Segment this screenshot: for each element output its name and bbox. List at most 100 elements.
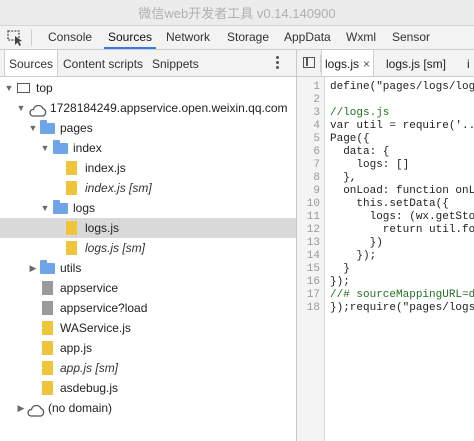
line-number: 11 <box>306 211 320 223</box>
tree-item-label: app.js [sm] <box>60 361 119 375</box>
tree-item-logs-js[interactable]: logs.js <box>0 218 296 238</box>
js-file-icon <box>66 181 77 195</box>
line-number: 9 <box>313 185 320 197</box>
js-file-icon <box>66 241 77 255</box>
line-number: 18 <box>306 302 320 314</box>
js-file-icon <box>42 381 53 395</box>
tree-item-label: pages <box>60 121 93 135</box>
js-file-icon <box>66 221 77 235</box>
tree-item-appservice[interactable]: appservice <box>0 278 296 298</box>
code-line: }) <box>330 237 383 249</box>
tree-item-app-js-sm[interactable]: app.js [sm] <box>0 358 296 378</box>
code-line: return util.fo <box>330 224 474 236</box>
tree-item-index-js-sm[interactable]: index.js [sm] <box>0 178 296 198</box>
tree-item-label: (no domain) <box>48 401 113 415</box>
line-number: 14 <box>306 250 320 262</box>
line-number: 6 <box>313 146 320 158</box>
expand-arrow-icon[interactable]: ▼ <box>4 78 14 98</box>
tree-item-index-js[interactable]: index.js <box>0 158 296 178</box>
tree-item-logs-js-sm[interactable]: logs.js [sm] <box>0 238 296 258</box>
tab-appdata[interactable]: AppData <box>284 26 331 49</box>
code-line: var util = require('.. <box>330 120 474 132</box>
tab-wxml[interactable]: Wxml <box>346 26 376 49</box>
devtools-tabbar: Console Sources Network Storage AppData … <box>0 26 474 50</box>
tree-item-waservice-js[interactable]: WAService.js <box>0 318 296 338</box>
tree-item-domain[interactable]: ▼ 1728184249.appservice.open.weixin.qq.c… <box>0 98 296 118</box>
tab-network[interactable]: Network <box>166 26 210 49</box>
code-line: data: { <box>330 146 390 158</box>
navigator-tab-content-scripts[interactable]: Content scripts <box>63 50 143 76</box>
tree-item-index[interactable]: ▼ index <box>0 138 296 158</box>
editor-tab-logs-js-sm[interactable]: logs.js [sm] <box>386 50 446 76</box>
navigator-tab-snippets[interactable]: Snippets <box>152 50 199 76</box>
tree-item-appservice-load[interactable]: appservice?load <box>0 298 296 318</box>
code-line: }, <box>330 172 357 184</box>
tree-item-label: WAService.js <box>60 321 131 335</box>
tree-item-label: app.js <box>60 341 93 355</box>
editor-tab-overflow[interactable]: i <box>467 50 470 76</box>
close-tab-icon[interactable]: × <box>363 57 370 71</box>
code-line: define("pages/logs/log <box>330 81 474 93</box>
js-file-icon <box>42 361 53 375</box>
tree-item-asdebug-js[interactable]: asdebug.js <box>0 378 296 398</box>
editor-tab-logs-js[interactable]: logs.js × <box>321 50 375 76</box>
frame-icon <box>17 81 30 93</box>
tab-console[interactable]: Console <box>48 26 92 49</box>
code-line: Page({ <box>330 133 370 145</box>
tree-item-app-js[interactable]: app.js <box>0 338 296 358</box>
code-line: //logs.js <box>330 107 390 119</box>
line-number: 2 <box>313 94 320 106</box>
expand-arrow-icon[interactable]: ▼ <box>28 118 38 138</box>
tree-item-pages[interactable]: ▼ pages <box>0 118 296 138</box>
tree-item-utils[interactable]: ▶ utils <box>0 258 296 278</box>
inspect-element-icon[interactable] <box>7 30 24 46</box>
tree-item-label: appservice <box>60 281 119 295</box>
folder-icon <box>53 200 68 214</box>
js-file-icon <box>42 321 53 335</box>
line-number: 1 <box>313 81 320 93</box>
expand-arrow-icon[interactable]: ▼ <box>40 138 50 158</box>
toggle-navigator-icon[interactable] <box>303 57 315 68</box>
collapse-arrow-icon[interactable]: ▶ <box>28 258 38 278</box>
code-line: this.setData({ <box>330 198 449 210</box>
line-number: 10 <box>306 198 320 210</box>
code-line: }); <box>330 276 350 288</box>
tree-item-no-domain[interactable]: ▶ (no domain) <box>0 398 296 418</box>
code-line: } <box>330 263 350 275</box>
tab-storage[interactable]: Storage <box>227 26 269 49</box>
code-line: //# sourceMappingURL=d <box>330 289 474 301</box>
more-options-icon[interactable] <box>276 56 280 70</box>
navigator-tab-sources[interactable]: Sources <box>4 50 59 76</box>
line-number: 13 <box>306 237 320 249</box>
toolbar-divider <box>31 30 32 46</box>
line-number: 16 <box>306 276 320 288</box>
line-number: 3 <box>313 107 320 119</box>
line-number: 12 <box>306 224 320 236</box>
line-number: 4 <box>313 120 320 132</box>
collapse-arrow-icon[interactable]: ▶ <box>16 398 26 418</box>
expand-arrow-icon[interactable]: ▼ <box>16 98 26 118</box>
window-title: 微信web开发者工具 v0.14.140900 <box>0 0 474 26</box>
line-number: 7 <box>313 159 320 171</box>
tree-item-label: utils <box>60 261 82 275</box>
tree-item-label: logs <box>73 201 96 215</box>
line-number-gutter: 1 2 3 4 5 6 7 8 9 10 11 12 13 14 15 16 1… <box>297 77 325 441</box>
tree-item-label: appservice?load <box>60 301 148 315</box>
document-icon <box>42 301 53 315</box>
tree-item-logs[interactable]: ▼ logs <box>0 198 296 218</box>
folder-icon <box>40 260 55 274</box>
code-editor[interactable]: 1 2 3 4 5 6 7 8 9 10 11 12 13 14 15 16 1… <box>297 77 474 441</box>
navigator-tabbar: Sources Content scripts Snippets <box>0 50 296 77</box>
code-line: });require("pages/logs <box>330 302 474 314</box>
tree-item-label: logs.js <box>85 221 120 235</box>
line-number: 5 <box>313 133 320 145</box>
expand-arrow-icon[interactable]: ▼ <box>40 198 50 218</box>
tab-sources[interactable]: Sources <box>103 26 157 49</box>
editor-tabbar: logs.js × logs.js [sm] i <box>297 50 474 77</box>
tree-item-label: top <box>36 81 53 95</box>
tree-item-label: index.js <box>85 161 126 175</box>
tree-item-label: index.js [sm] <box>85 181 152 195</box>
tree-item-top[interactable]: ▼ top <box>0 78 296 98</box>
tab-sensor[interactable]: Sensor <box>392 26 430 49</box>
line-number: 17 <box>306 289 320 301</box>
